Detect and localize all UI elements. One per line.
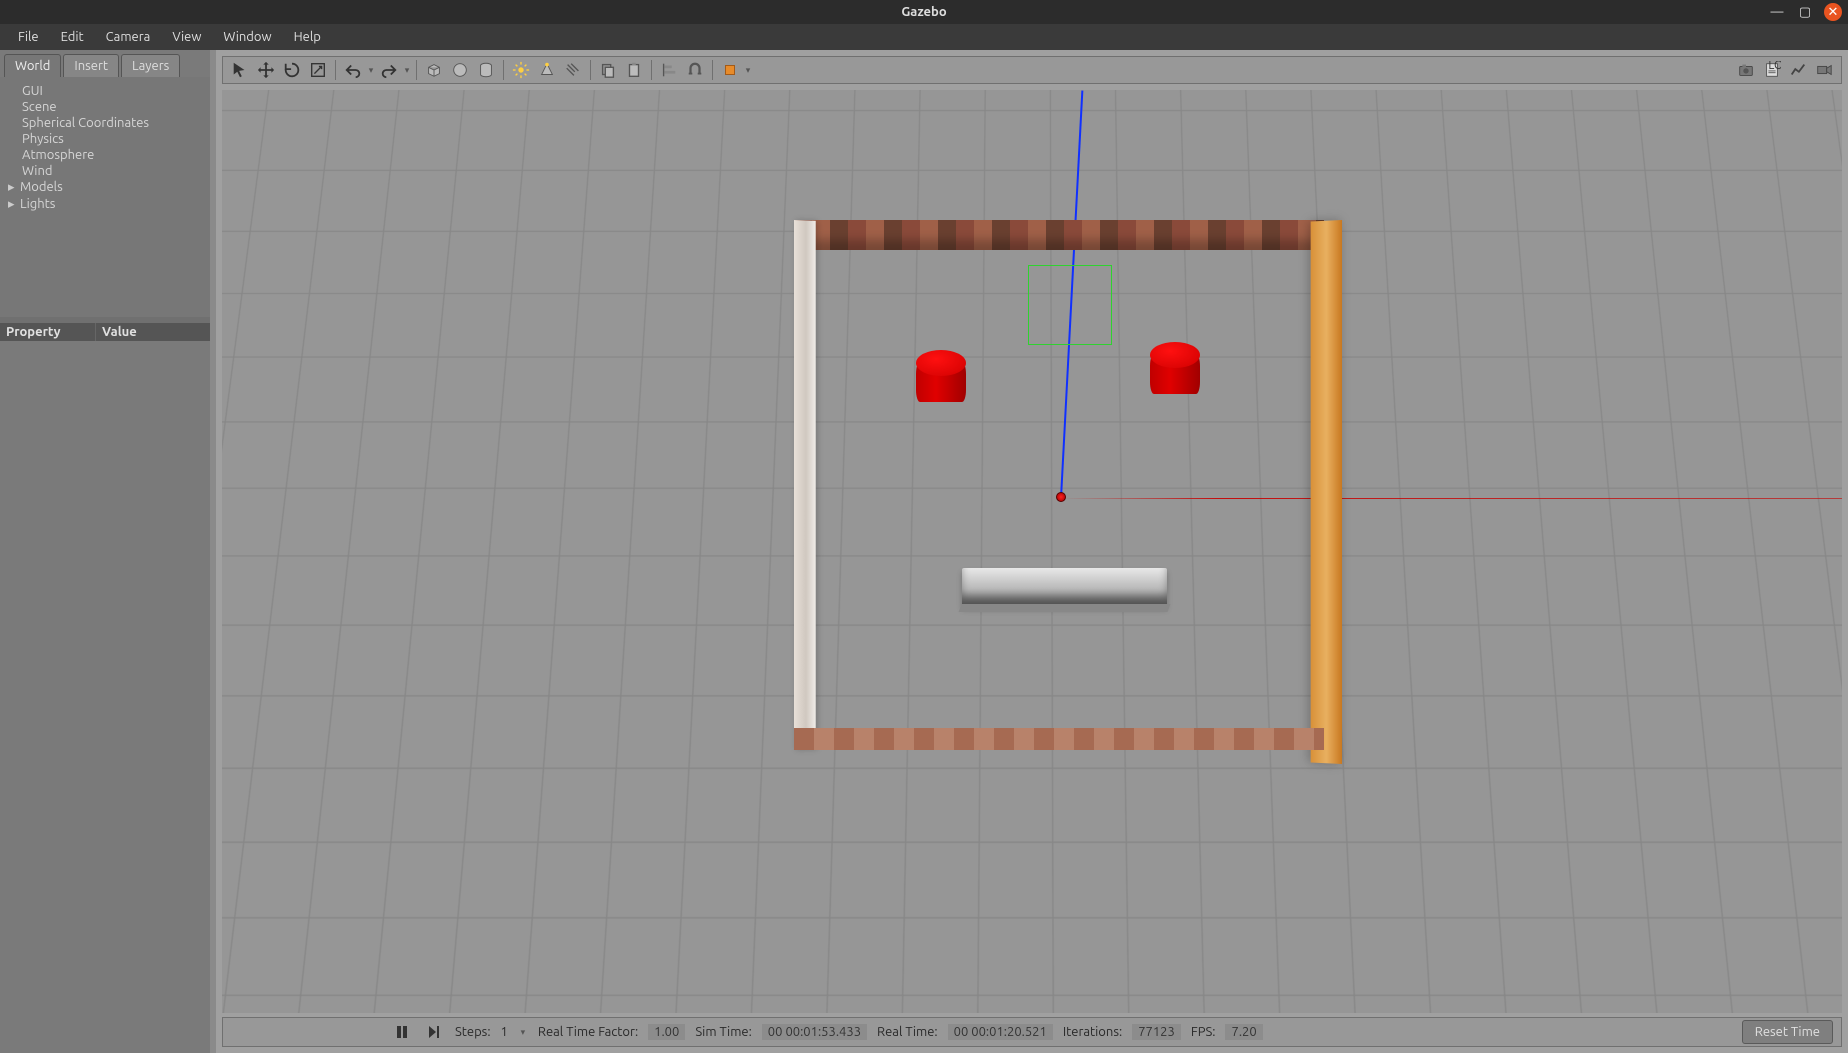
world-tree[interactable]: GUI Scene Spherical Coordinates Physics … — [0, 77, 210, 317]
prop-col-name: Property — [0, 323, 96, 341]
left-tabs: World Insert Layers — [0, 50, 210, 77]
tab-insert[interactable]: Insert — [63, 54, 119, 77]
svg-text:LOG: LOG — [1768, 61, 1781, 72]
record-icon[interactable] — [1811, 58, 1837, 82]
steps-value[interactable]: 1 — [501, 1025, 508, 1039]
tree-item-wind[interactable]: Wind — [4, 163, 206, 179]
scale-tool-icon[interactable] — [305, 58, 331, 82]
tab-world[interactable]: World — [4, 54, 61, 77]
pause-button[interactable] — [391, 1021, 413, 1043]
jersey-barrier — [962, 568, 1167, 606]
wall-right — [1311, 220, 1342, 764]
menubar: File Edit Camera View Window Help — [0, 24, 1848, 50]
point-light-icon[interactable] — [508, 58, 534, 82]
realtime-value: 00 00:01:20.521 — [948, 1024, 1053, 1040]
log-icon[interactable]: LOG — [1759, 58, 1785, 82]
tab-layers[interactable]: Layers — [121, 54, 180, 77]
status-bar: Steps: 1 ▾ Real Time Factor: 1.00 Sim Tim… — [222, 1017, 1842, 1047]
properties-body — [0, 341, 210, 1053]
menu-camera[interactable]: Camera — [96, 28, 161, 46]
main-toolbar: ▾ ▾ ▾ LOG — [222, 56, 1842, 84]
undo-icon[interactable] — [340, 58, 366, 82]
fps-value: 7.20 — [1225, 1024, 1262, 1040]
main-area: ▾ ▾ ▾ LOG — [216, 50, 1848, 1053]
origin-marker — [1056, 492, 1066, 502]
redo-icon[interactable] — [376, 58, 402, 82]
window-title: Gazebo — [901, 5, 946, 19]
copy-icon[interactable] — [595, 58, 621, 82]
tree-item-physics[interactable]: Physics — [4, 131, 206, 147]
minimize-button[interactable]: — — [1768, 3, 1786, 21]
tree-item-spherical[interactable]: Spherical Coordinates — [4, 115, 206, 131]
sphere-primitive-icon[interactable] — [447, 58, 473, 82]
selection-box — [1028, 265, 1112, 345]
simtime-label: Sim Time: — [695, 1025, 751, 1039]
red-cylinder-right — [1150, 342, 1200, 398]
tree-item-gui[interactable]: GUI — [4, 83, 206, 99]
tree-item-lights[interactable]: Lights — [4, 196, 206, 213]
titlebar: Gazebo — ▢ ✕ — [0, 0, 1848, 24]
content: World Insert Layers GUI Scene Spherical … — [0, 50, 1848, 1053]
simtime-value: 00 00:01:53.433 — [762, 1024, 867, 1040]
prop-col-value: Value — [96, 323, 143, 341]
rtf-value: 1.00 — [648, 1024, 685, 1040]
tree-item-models[interactable]: Models — [4, 179, 206, 196]
undo-dropdown[interactable]: ▾ — [366, 65, 376, 76]
box-primitive-icon[interactable] — [421, 58, 447, 82]
close-button[interactable]: ✕ — [1824, 3, 1842, 21]
iterations-label: Iterations: — [1063, 1025, 1122, 1039]
properties-header: Property Value — [0, 323, 210, 341]
left-panel: World Insert Layers GUI Scene Spherical … — [0, 50, 210, 1053]
directional-light-icon[interactable] — [560, 58, 586, 82]
link-icon[interactable] — [717, 58, 743, 82]
steps-dropdown[interactable]: ▾ — [518, 1027, 528, 1038]
step-button[interactable] — [423, 1021, 445, 1043]
rotate-tool-icon[interactable] — [279, 58, 305, 82]
menu-help[interactable]: Help — [284, 28, 331, 46]
menu-window[interactable]: Window — [213, 28, 281, 46]
tree-item-atmosphere[interactable]: Atmosphere — [4, 147, 206, 163]
fps-label: FPS: — [1191, 1025, 1216, 1039]
viewport-3d[interactable] — [222, 90, 1842, 1013]
menu-view[interactable]: View — [162, 28, 211, 46]
wall-left — [794, 220, 816, 750]
translate-tool-icon[interactable] — [253, 58, 279, 82]
reset-time-button[interactable]: Reset Time — [1742, 1020, 1833, 1044]
menu-edit[interactable]: Edit — [51, 28, 94, 46]
iterations-value: 77123 — [1132, 1024, 1181, 1040]
rtf-label: Real Time Factor: — [538, 1025, 638, 1039]
align-icon[interactable] — [656, 58, 682, 82]
snap-icon[interactable] — [682, 58, 708, 82]
maximize-button[interactable]: ▢ — [1796, 3, 1814, 21]
tree-item-scene[interactable]: Scene — [4, 99, 206, 115]
red-cylinder-left — [916, 350, 966, 406]
wall-front — [794, 728, 1324, 750]
realtime-label: Real Time: — [877, 1025, 938, 1039]
redo-dropdown[interactable]: ▾ — [402, 65, 412, 76]
paste-icon[interactable] — [621, 58, 647, 82]
select-tool-icon[interactable] — [227, 58, 253, 82]
plot-icon[interactable] — [1785, 58, 1811, 82]
spot-light-icon[interactable] — [534, 58, 560, 82]
wall-back — [794, 220, 1324, 250]
cylinder-primitive-icon[interactable] — [473, 58, 499, 82]
window-buttons: — ▢ ✕ — [1768, 3, 1842, 21]
menu-file[interactable]: File — [8, 28, 49, 46]
screenshot-icon[interactable] — [1733, 58, 1759, 82]
steps-label: Steps: — [455, 1025, 491, 1039]
link-dropdown[interactable]: ▾ — [743, 65, 753, 76]
